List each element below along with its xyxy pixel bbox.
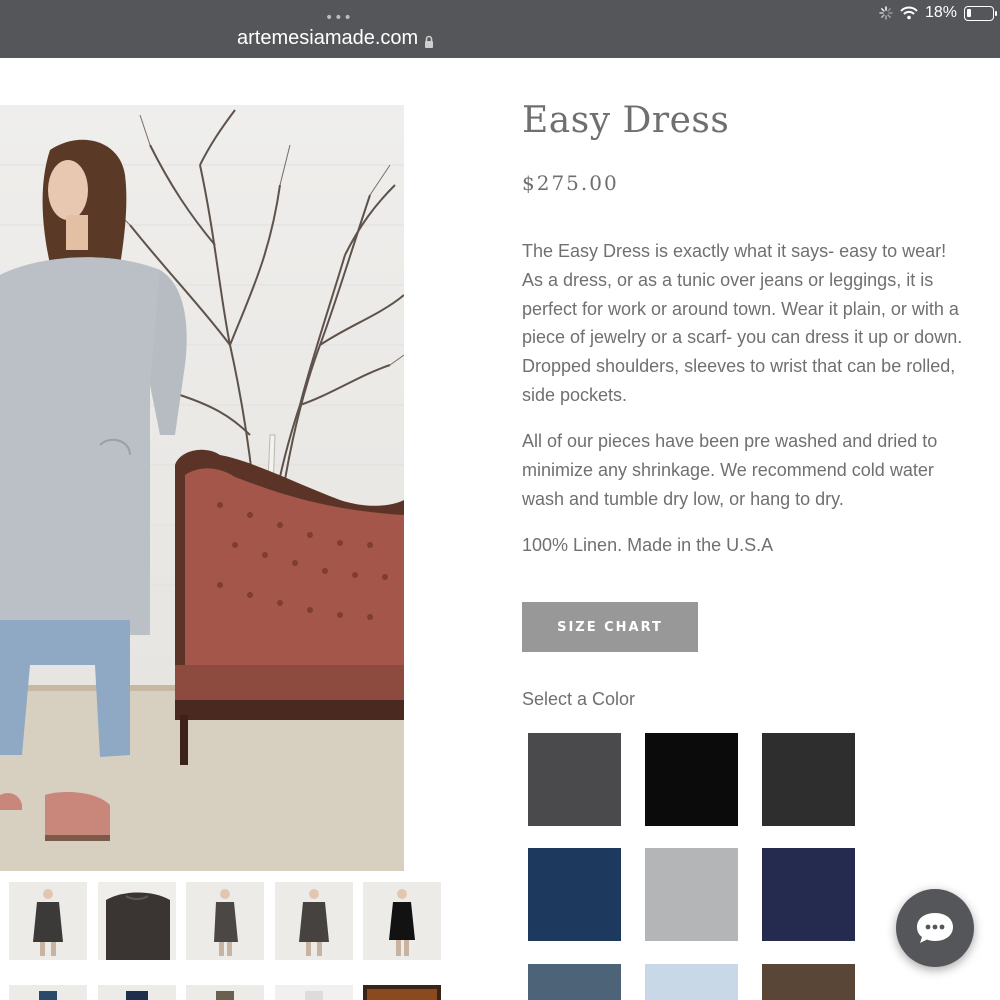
thumbnail-2[interactable]	[98, 882, 176, 960]
thumbnail-5[interactable]	[363, 882, 441, 960]
color-swatch-3[interactable]	[762, 733, 855, 826]
care-instructions: All of our pieces have been pre washed a…	[522, 431, 938, 509]
product-main-image[interactable]	[0, 105, 404, 871]
color-swatch-2[interactable]	[645, 733, 738, 826]
loading-spinner-icon	[879, 6, 893, 20]
address-bar[interactable]: artemesiamade.com	[237, 27, 434, 50]
color-swatch-6[interactable]	[762, 848, 855, 941]
battery-level	[967, 8, 971, 17]
thumbnail-10[interactable]	[363, 985, 441, 1000]
status-bar: 18%	[879, 4, 997, 22]
size-chart-button[interactable]: SIZE CHART	[522, 602, 698, 652]
lock-icon	[424, 32, 434, 48]
color-swatch-9[interactable]	[762, 964, 855, 1000]
browser-toolbar: ••• artemesiamade.com 18%	[0, 0, 1000, 58]
thumbnail-8[interactable]	[186, 985, 264, 1000]
chat-button[interactable]	[896, 889, 974, 967]
product-title: Easy Dress	[522, 100, 730, 141]
material-info: 100% Linen. Made in the U.S.A	[522, 535, 774, 555]
thumbnail-7[interactable]	[98, 985, 176, 1000]
color-swatch-1[interactable]	[528, 733, 621, 826]
battery-percent: 18%	[924, 4, 957, 21]
select-color-label: Select a Color	[522, 689, 636, 709]
more-dots-icon[interactable]: •••	[325, 10, 353, 26]
url-text: artemesiamade.com	[237, 27, 419, 49]
color-swatch-5[interactable]	[645, 848, 738, 941]
color-swatch-4[interactable]	[528, 848, 621, 941]
product-price: $275.00	[522, 171, 619, 195]
thumbnail-4[interactable]	[275, 882, 353, 960]
thumbnail-6[interactable]	[9, 985, 87, 1000]
product-description: The Easy Dress is exactly what it says- …	[522, 241, 963, 405]
thumbnail-1[interactable]	[9, 882, 87, 960]
color-swatch-8[interactable]	[645, 964, 738, 1000]
thumbnail-3[interactable]	[186, 882, 264, 960]
color-swatch-7[interactable]	[528, 964, 621, 1000]
battery-icon	[964, 5, 997, 21]
chat-icon	[917, 913, 953, 943]
wifi-icon	[900, 6, 918, 20]
thumbnail-9[interactable]	[275, 985, 353, 1000]
